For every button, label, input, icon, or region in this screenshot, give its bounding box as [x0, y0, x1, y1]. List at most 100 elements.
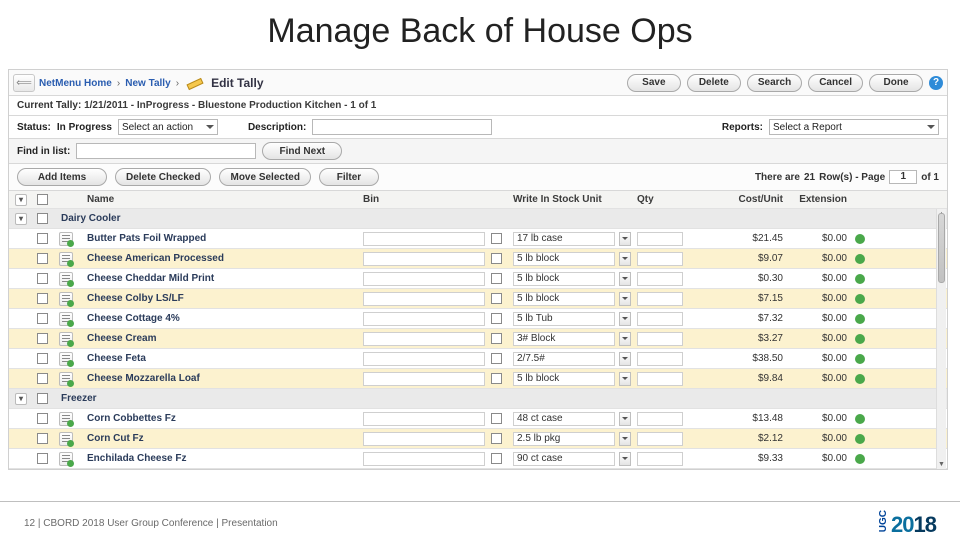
col-ext[interactable]: Extension [789, 194, 847, 205]
cancel-button[interactable]: Cancel [808, 74, 863, 92]
chevron-down-icon[interactable] [619, 352, 631, 366]
qty-input[interactable] [637, 272, 683, 286]
filter-button[interactable]: Filter [319, 168, 379, 186]
chevron-down-icon[interactable] [619, 272, 631, 286]
writein-checkbox[interactable] [491, 353, 502, 364]
writein-checkbox[interactable] [491, 373, 502, 384]
row-checkbox[interactable] [37, 313, 48, 324]
col-name[interactable]: Name [87, 194, 357, 205]
breadcrumb-newtally-link[interactable]: New Tally [125, 78, 170, 89]
note-icon[interactable] [59, 352, 73, 366]
col-writein[interactable]: Write In Stock Unit [513, 194, 631, 205]
writein-checkbox[interactable] [491, 433, 502, 444]
writein-checkbox[interactable] [491, 313, 502, 324]
search-button[interactable]: Search [747, 74, 802, 92]
item-name[interactable]: Corn Cobbettes Fz [87, 413, 357, 424]
note-icon[interactable] [59, 432, 73, 446]
stock-unit-select[interactable]: 2.5 lb pkg [513, 432, 631, 446]
note-icon[interactable] [59, 252, 73, 266]
item-name[interactable]: Butter Pats Foil Wrapped [87, 233, 357, 244]
row-checkbox[interactable] [37, 453, 48, 464]
row-checkbox[interactable] [37, 353, 48, 364]
status-dot-icon[interactable] [855, 354, 865, 364]
scroll-down-arrow[interactable]: ▼ [937, 459, 946, 469]
note-icon[interactable] [59, 452, 73, 466]
writein-checkbox[interactable] [491, 453, 502, 464]
stock-unit-select[interactable]: 5 lb block [513, 272, 631, 286]
status-dot-icon[interactable] [855, 314, 865, 324]
note-icon[interactable] [59, 232, 73, 246]
item-name[interactable]: Cheese Cream [87, 333, 357, 344]
find-input[interactable] [76, 143, 256, 159]
chevron-down-icon[interactable] [619, 332, 631, 346]
qty-input[interactable] [637, 312, 683, 326]
chevron-down-icon[interactable] [619, 432, 631, 446]
qty-input[interactable] [637, 412, 683, 426]
item-name[interactable]: Cheese Colby LS/LF [87, 293, 357, 304]
item-name[interactable]: Corn Cut Fz [87, 433, 357, 444]
status-dot-icon[interactable] [855, 254, 865, 264]
item-name[interactable]: Cheese Feta [87, 353, 357, 364]
note-icon[interactable] [59, 292, 73, 306]
row-checkbox[interactable] [37, 333, 48, 344]
status-dot-icon[interactable] [855, 454, 865, 464]
stock-unit-select[interactable]: 17 lb case [513, 232, 631, 246]
scroll-thumb[interactable] [938, 213, 945, 283]
qty-input[interactable] [637, 292, 683, 306]
status-dot-icon[interactable] [855, 274, 865, 284]
qty-input[interactable] [637, 352, 683, 366]
note-icon[interactable] [59, 272, 73, 286]
move-selected-button[interactable]: Move Selected [219, 168, 310, 186]
row-checkbox[interactable] [37, 233, 48, 244]
item-name[interactable]: Cheese Cheddar Mild Print [87, 273, 357, 284]
group-checkbox[interactable] [37, 213, 48, 224]
description-input[interactable] [312, 119, 492, 135]
bin-input[interactable] [363, 252, 485, 266]
breadcrumb-home-link[interactable]: NetMenu Home [39, 78, 112, 89]
collapse-all-toggle[interactable]: ▾ [15, 194, 27, 206]
stock-unit-select[interactable]: 5 lb block [513, 252, 631, 266]
col-bin[interactable]: Bin [363, 194, 485, 205]
writein-checkbox[interactable] [491, 413, 502, 424]
writein-checkbox[interactable] [491, 273, 502, 284]
qty-input[interactable] [637, 332, 683, 346]
note-icon[interactable] [59, 332, 73, 346]
status-dot-icon[interactable] [855, 414, 865, 424]
pager-page-input[interactable]: 1 [889, 170, 917, 184]
group-checkbox[interactable] [37, 393, 48, 404]
chevron-down-icon[interactable] [619, 252, 631, 266]
done-button[interactable]: Done [869, 74, 923, 92]
item-name[interactable]: Cheese Mozzarella Loaf [87, 373, 357, 384]
delete-button[interactable]: Delete [687, 74, 741, 92]
bin-input[interactable] [363, 432, 485, 446]
scrollbar[interactable]: ▲ ▼ [936, 209, 946, 469]
bin-input[interactable] [363, 272, 485, 286]
note-icon[interactable] [59, 312, 73, 326]
stock-unit-select[interactable]: 3# Block [513, 332, 631, 346]
row-checkbox[interactable] [37, 253, 48, 264]
chevron-down-icon[interactable] [619, 232, 631, 246]
group-collapse-toggle[interactable]: ▾ [15, 393, 27, 405]
chevron-down-icon[interactable] [619, 292, 631, 306]
save-button[interactable]: Save [627, 74, 681, 92]
status-dot-icon[interactable] [855, 434, 865, 444]
qty-input[interactable] [637, 452, 683, 466]
find-next-button[interactable]: Find Next [262, 142, 342, 160]
back-button[interactable]: ⟸ [13, 74, 35, 92]
bin-input[interactable] [363, 452, 485, 466]
writein-checkbox[interactable] [491, 233, 502, 244]
chevron-down-icon[interactable] [619, 412, 631, 426]
action-select[interactable]: Select an action [118, 119, 218, 135]
stock-unit-select[interactable]: 2/7.5# [513, 352, 631, 366]
stock-unit-select[interactable]: 90 ct case [513, 452, 631, 466]
stock-unit-select[interactable]: 48 ct case [513, 412, 631, 426]
chevron-down-icon[interactable] [619, 372, 631, 386]
bin-input[interactable] [363, 312, 485, 326]
bin-input[interactable] [363, 412, 485, 426]
help-icon[interactable]: ? [929, 76, 943, 90]
note-icon[interactable] [59, 412, 73, 426]
qty-input[interactable] [637, 432, 683, 446]
writein-checkbox[interactable] [491, 333, 502, 344]
status-dot-icon[interactable] [855, 234, 865, 244]
reports-select[interactable]: Select a Report [769, 119, 939, 135]
